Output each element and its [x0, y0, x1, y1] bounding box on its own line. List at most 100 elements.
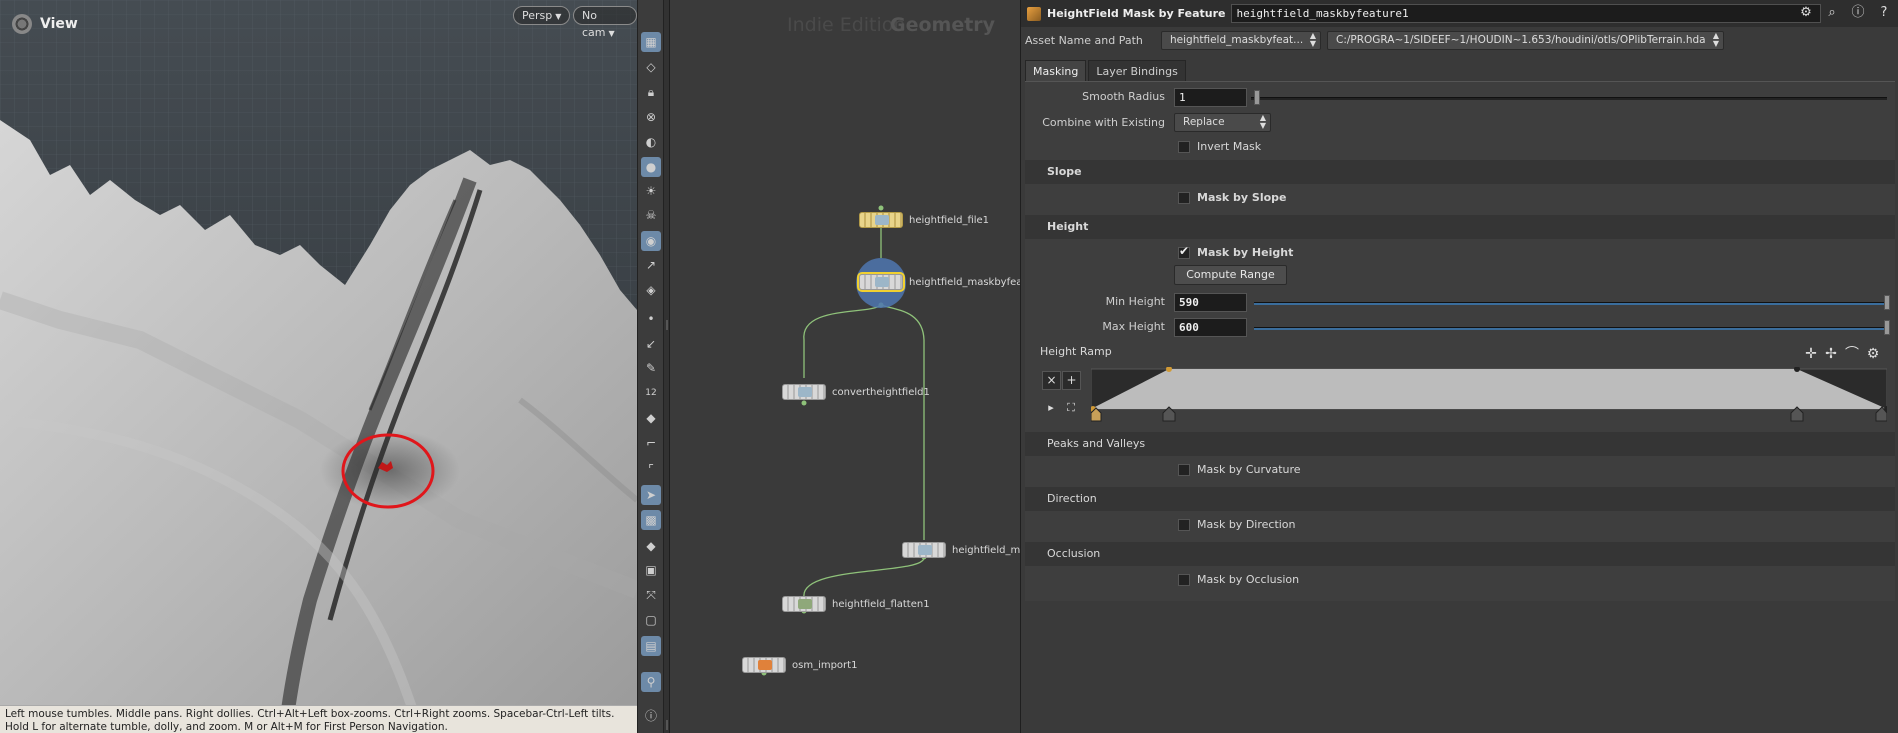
hide-icon[interactable]: ◈ — [641, 280, 661, 300]
direction-section-header[interactable]: Direction — [1025, 487, 1895, 511]
mask-by-occlusion-label: Mask by Occlusion — [1197, 573, 1300, 586]
smooth-radius-handle[interactable] — [1254, 90, 1260, 105]
mask-by-direction-checkbox[interactable] — [1178, 519, 1190, 531]
number-icon[interactable]: 12 — [641, 383, 661, 403]
ramp-expand-icon[interactable]: ⛶ — [1062, 399, 1080, 417]
mask-by-direction-label: Mask by Direction — [1197, 518, 1296, 531]
normal-icon[interactable]: ↙ — [641, 334, 661, 354]
texture-icon[interactable]: ▣ — [641, 560, 661, 580]
gear-icon[interactable]: ⚙ — [1797, 4, 1815, 22]
ghost-icon[interactable]: ◇ — [641, 57, 661, 77]
light-icon[interactable]: ● — [641, 157, 661, 177]
persp-button[interactable]: Persp ▼ — [513, 6, 571, 25]
mask-by-slope-checkbox[interactable] — [1178, 192, 1190, 204]
slope-section-header[interactable]: Slope — [1025, 160, 1895, 184]
node-body[interactable] — [782, 596, 826, 612]
node-body[interactable] — [742, 657, 786, 673]
ramp-move-icon[interactable]: ✢ — [1822, 345, 1840, 363]
node-label: heightfield_mask — [952, 544, 1020, 556]
smooth-radius-field[interactable] — [1174, 88, 1247, 107]
asset-path-combo[interactable]: C:/PROGRA~1/SIDEEF~1/HOUDIN~1.653/houdin… — [1327, 30, 1724, 50]
node-heightfield-maskbyfeature[interactable]: heightfield_maskbyfeature — [857, 272, 1020, 292]
brush-icon[interactable]: ⌐ — [641, 433, 661, 453]
grid-icon[interactable]: ▩ — [641, 510, 661, 530]
node-body[interactable] — [857, 272, 905, 292]
ramp-add-button[interactable]: + — [1062, 371, 1081, 390]
ramp-curve-icon[interactable]: ⌒ — [1843, 345, 1861, 363]
info-icon[interactable]: ⓘ — [641, 705, 661, 725]
point-icon[interactable]: • — [641, 309, 661, 329]
node-heightfield-mask[interactable]: heightfield_mask — [902, 542, 1020, 558]
shading-icon[interactable]: ◐ — [641, 132, 661, 152]
mask-by-curvature-checkbox[interactable] — [1178, 464, 1190, 476]
max-height-slider[interactable] — [1254, 327, 1886, 330]
persp-label: Persp — [522, 9, 553, 22]
node-heightfield-file1[interactable]: heightfield_file1 — [859, 212, 989, 228]
min-height-handle[interactable] — [1884, 295, 1890, 310]
headlight-icon[interactable]: ☀ — [641, 181, 661, 201]
param-tabs: Masking Layer Bindings — [1025, 60, 1186, 81]
height-section-header[interactable]: Height — [1025, 215, 1895, 239]
asset-name-combo[interactable]: heightfield_maskbyfeat... ▲ ▼ — [1161, 30, 1321, 50]
ramp-play-icon[interactable]: ▸ — [1042, 399, 1060, 417]
viewport-status-bar: Left mouse tumbles. Middle pans. Right d… — [0, 705, 637, 733]
node-convertheightfield1[interactable]: convertheightfield1 — [782, 384, 930, 400]
tab-layer-bindings[interactable]: Layer Bindings — [1088, 60, 1186, 81]
network-editor[interactable]: Indie Edition Geometry heightfield_file1… — [670, 0, 1020, 733]
select-icon[interactable]: ➤ — [641, 485, 661, 505]
viewport-title-label: View — [40, 16, 78, 32]
pin-icon[interactable]: ⚲ — [641, 672, 661, 692]
help-icon[interactable]: ? — [1875, 4, 1893, 22]
mask-icon — [918, 545, 932, 555]
node-name-field[interactable] — [1231, 4, 1822, 23]
mask-by-occlusion-checkbox[interactable] — [1178, 574, 1190, 586]
max-height-field[interactable] — [1174, 318, 1247, 337]
pen-icon[interactable]: ✎ — [641, 358, 661, 378]
chevron-down-icon: ▼ — [608, 29, 615, 38]
node-label: osm_import1 — [792, 659, 858, 671]
camera-button[interactable]: No cam ▼ — [573, 6, 637, 39]
transform-icon[interactable]: ⤧ — [641, 585, 661, 605]
min-height-field[interactable] — [1174, 293, 1247, 312]
compute-range-button[interactable]: Compute Range — [1174, 265, 1287, 285]
visibility-icon[interactable]: ▢ — [641, 610, 661, 630]
mask-by-height-checkbox[interactable] — [1178, 244, 1190, 259]
ramp-add-point-icon[interactable]: ✛ — [1802, 345, 1820, 363]
node-body[interactable] — [902, 542, 946, 558]
vector-icon[interactable]: ↗ — [641, 255, 661, 275]
search-icon[interactable]: ⌕ — [1823, 4, 1841, 22]
max-height-handle[interactable] — [1884, 320, 1890, 335]
smooth-radius-slider[interactable] — [1251, 97, 1887, 100]
combine-combo[interactable]: Replace ▲ ▼ — [1174, 113, 1271, 132]
tab-masking[interactable]: Masking — [1025, 60, 1087, 81]
info-icon[interactable]: ⓘ — [1849, 4, 1867, 22]
gear-icon[interactable]: ⚙ — [1864, 345, 1882, 363]
node-body[interactable] — [859, 212, 903, 228]
paint-icon[interactable]: ◆ — [641, 408, 661, 428]
scene-viewport[interactable]: View Persp ▼ No cam ▼ Left mouse tumbles. … — [0, 0, 637, 733]
node-wires — [761, 205, 927, 676]
node-type-icon — [1027, 6, 1041, 21]
frame-icon[interactable]: ⌜ — [641, 459, 661, 479]
skull-icon[interactable]: ☠ — [641, 205, 661, 225]
mask-by-slope-label: Mask by Slope — [1197, 191, 1287, 204]
display-options-icon[interactable]: ▦ — [641, 32, 661, 52]
occlusion-section-header[interactable]: Occlusion — [1025, 542, 1895, 566]
viewport-menu-icon[interactable] — [12, 14, 32, 34]
snap-icon[interactable]: ⊗ — [641, 107, 661, 127]
camera-icon[interactable]: ◉ — [641, 231, 661, 251]
height-ramp-editor[interactable] — [1091, 367, 1887, 425]
node-osm-import1[interactable]: osm_import1 — [742, 657, 857, 673]
ramp-remove-button[interactable]: × — [1042, 371, 1061, 390]
layer-icon[interactable]: ◆ — [641, 536, 661, 556]
invert-mask-checkbox[interactable] — [1178, 141, 1190, 153]
render-icon[interactable]: ▤ — [641, 636, 661, 656]
peaks-section-header[interactable]: Peaks and Valleys — [1025, 432, 1895, 456]
node-body[interactable] — [782, 384, 826, 400]
lock-icon[interactable]: 🔒︎ — [641, 82, 661, 102]
asset-path-value: C:/PROGRA~1/SIDEEF~1/HOUDIN~1.653/houdin… — [1336, 33, 1706, 46]
camera-label: No cam — [582, 9, 606, 39]
osm-icon — [758, 660, 772, 670]
node-heightfield-flatten1[interactable]: heightfield_flatten1 — [782, 596, 930, 612]
min-height-slider[interactable] — [1254, 302, 1886, 305]
